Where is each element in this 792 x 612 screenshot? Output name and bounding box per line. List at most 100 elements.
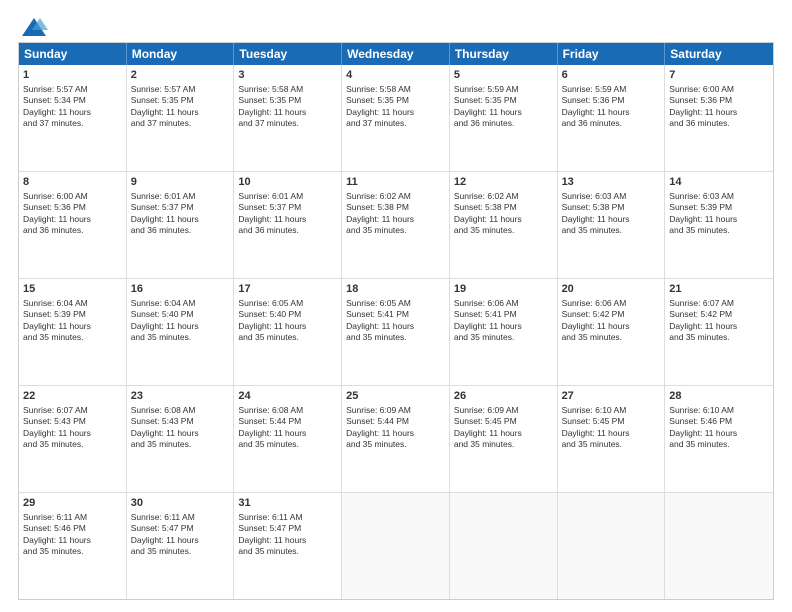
- day-number: 1: [23, 68, 122, 83]
- day-info-line: Daylight: 11 hours: [346, 107, 445, 118]
- day-number: 17: [238, 282, 337, 297]
- calendar-cell: 31Sunrise: 6:11 AMSunset: 5:47 PMDayligh…: [234, 493, 342, 599]
- calendar-cell: 14Sunrise: 6:03 AMSunset: 5:39 PMDayligh…: [665, 172, 773, 278]
- calendar-cell: 16Sunrise: 6:04 AMSunset: 5:40 PMDayligh…: [127, 279, 235, 385]
- day-info-line: Sunrise: 6:06 AM: [562, 298, 661, 309]
- day-number: 31: [238, 496, 337, 511]
- day-info-line: and 35 minutes.: [454, 332, 553, 343]
- day-number: 21: [669, 282, 769, 297]
- day-number: 20: [562, 282, 661, 297]
- day-info-line: Sunset: 5:43 PM: [23, 416, 122, 427]
- calendar-cell: 29Sunrise: 6:11 AMSunset: 5:46 PMDayligh…: [19, 493, 127, 599]
- day-info-line: Sunset: 5:40 PM: [131, 309, 230, 320]
- day-info-line: and 35 minutes.: [23, 439, 122, 450]
- calendar-week-row: 22Sunrise: 6:07 AMSunset: 5:43 PMDayligh…: [19, 386, 773, 493]
- day-number: 24: [238, 389, 337, 404]
- calendar-cell: 19Sunrise: 6:06 AMSunset: 5:41 PMDayligh…: [450, 279, 558, 385]
- calendar-cell: 11Sunrise: 6:02 AMSunset: 5:38 PMDayligh…: [342, 172, 450, 278]
- day-info-line: Sunrise: 6:05 AM: [346, 298, 445, 309]
- day-info-line: Daylight: 11 hours: [23, 107, 122, 118]
- day-info-line: Daylight: 11 hours: [346, 321, 445, 332]
- day-info-line: Sunrise: 6:08 AM: [238, 405, 337, 416]
- day-info-line: and 35 minutes.: [562, 225, 661, 236]
- day-info-line: Sunrise: 6:00 AM: [669, 84, 769, 95]
- day-info-line: Sunrise: 5:59 AM: [562, 84, 661, 95]
- day-info-line: Daylight: 11 hours: [238, 321, 337, 332]
- day-info-line: Sunrise: 6:01 AM: [238, 191, 337, 202]
- calendar-header-cell: Friday: [558, 43, 666, 65]
- calendar-cell: 4Sunrise: 5:58 AMSunset: 5:35 PMDaylight…: [342, 65, 450, 171]
- calendar-header-cell: Thursday: [450, 43, 558, 65]
- day-info-line: Sunset: 5:47 PM: [131, 523, 230, 534]
- day-info-line: Daylight: 11 hours: [669, 428, 769, 439]
- day-number: 11: [346, 175, 445, 190]
- calendar-week-row: 1Sunrise: 5:57 AMSunset: 5:34 PMDaylight…: [19, 65, 773, 172]
- day-info-line: Sunrise: 6:04 AM: [23, 298, 122, 309]
- day-info-line: Daylight: 11 hours: [669, 107, 769, 118]
- day-info-line: Sunset: 5:39 PM: [669, 202, 769, 213]
- day-info-line: Daylight: 11 hours: [131, 535, 230, 546]
- day-info-line: Sunset: 5:44 PM: [346, 416, 445, 427]
- day-number: 4: [346, 68, 445, 83]
- calendar-cell: 20Sunrise: 6:06 AMSunset: 5:42 PMDayligh…: [558, 279, 666, 385]
- day-info-line: Daylight: 11 hours: [562, 321, 661, 332]
- day-info-line: Sunset: 5:47 PM: [238, 523, 337, 534]
- calendar-cell: 13Sunrise: 6:03 AMSunset: 5:38 PMDayligh…: [558, 172, 666, 278]
- logo-icon: [20, 16, 48, 38]
- calendar-cell: 24Sunrise: 6:08 AMSunset: 5:44 PMDayligh…: [234, 386, 342, 492]
- day-number: 15: [23, 282, 122, 297]
- day-number: 7: [669, 68, 769, 83]
- calendar-week-row: 8Sunrise: 6:00 AMSunset: 5:36 PMDaylight…: [19, 172, 773, 279]
- day-number: 2: [131, 68, 230, 83]
- day-info-line: Daylight: 11 hours: [131, 214, 230, 225]
- day-number: 19: [454, 282, 553, 297]
- day-info-line: and 36 minutes.: [454, 118, 553, 129]
- calendar-cell: 21Sunrise: 6:07 AMSunset: 5:42 PMDayligh…: [665, 279, 773, 385]
- day-info-line: Sunrise: 6:08 AM: [131, 405, 230, 416]
- calendar-cell: 9Sunrise: 6:01 AMSunset: 5:37 PMDaylight…: [127, 172, 235, 278]
- calendar-header-cell: Sunday: [19, 43, 127, 65]
- calendar-cell: [665, 493, 773, 599]
- day-info-line: Daylight: 11 hours: [562, 428, 661, 439]
- day-number: 18: [346, 282, 445, 297]
- day-info-line: Sunset: 5:42 PM: [669, 309, 769, 320]
- day-info-line: Sunrise: 6:03 AM: [669, 191, 769, 202]
- day-info-line: Sunset: 5:36 PM: [669, 95, 769, 106]
- day-info-line: and 36 minutes.: [238, 225, 337, 236]
- day-info-line: Daylight: 11 hours: [562, 107, 661, 118]
- day-info-line: Sunset: 5:41 PM: [454, 309, 553, 320]
- calendar-cell: 22Sunrise: 6:07 AMSunset: 5:43 PMDayligh…: [19, 386, 127, 492]
- day-number: 23: [131, 389, 230, 404]
- calendar-cell: 28Sunrise: 6:10 AMSunset: 5:46 PMDayligh…: [665, 386, 773, 492]
- day-info-line: Sunrise: 6:04 AM: [131, 298, 230, 309]
- day-info-line: Sunset: 5:39 PM: [23, 309, 122, 320]
- day-info-line: Sunrise: 6:09 AM: [346, 405, 445, 416]
- day-info-line: Sunrise: 6:10 AM: [669, 405, 769, 416]
- day-info-line: Sunset: 5:38 PM: [454, 202, 553, 213]
- calendar-header-cell: Saturday: [665, 43, 773, 65]
- day-number: 27: [562, 389, 661, 404]
- day-info-line: Sunrise: 6:09 AM: [454, 405, 553, 416]
- day-info-line: Daylight: 11 hours: [454, 428, 553, 439]
- day-info-line: Sunrise: 6:06 AM: [454, 298, 553, 309]
- day-info-line: Sunrise: 6:07 AM: [669, 298, 769, 309]
- calendar-cell: [450, 493, 558, 599]
- logo: [18, 16, 48, 34]
- day-info-line: Sunset: 5:38 PM: [562, 202, 661, 213]
- day-info-line: and 37 minutes.: [346, 118, 445, 129]
- day-info-line: and 35 minutes.: [562, 439, 661, 450]
- calendar-cell: 17Sunrise: 6:05 AMSunset: 5:40 PMDayligh…: [234, 279, 342, 385]
- day-info-line: Sunrise: 6:05 AM: [238, 298, 337, 309]
- day-info-line: and 36 minutes.: [669, 118, 769, 129]
- calendar-cell: 25Sunrise: 6:09 AMSunset: 5:44 PMDayligh…: [342, 386, 450, 492]
- day-info-line: and 35 minutes.: [238, 332, 337, 343]
- calendar-header-cell: Tuesday: [234, 43, 342, 65]
- day-info-line: and 35 minutes.: [131, 439, 230, 450]
- day-info-line: Sunset: 5:35 PM: [238, 95, 337, 106]
- calendar-cell: 15Sunrise: 6:04 AMSunset: 5:39 PMDayligh…: [19, 279, 127, 385]
- day-info-line: and 35 minutes.: [562, 332, 661, 343]
- calendar-cell: 5Sunrise: 5:59 AMSunset: 5:35 PMDaylight…: [450, 65, 558, 171]
- day-number: 12: [454, 175, 553, 190]
- day-info-line: Sunrise: 6:03 AM: [562, 191, 661, 202]
- day-info-line: Sunset: 5:37 PM: [131, 202, 230, 213]
